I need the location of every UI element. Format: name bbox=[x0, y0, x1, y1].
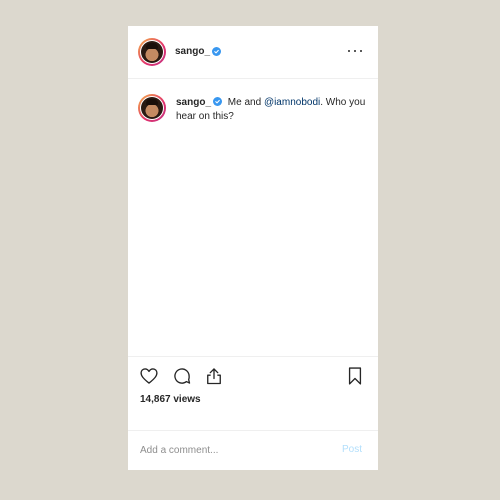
avatar-photo bbox=[141, 41, 163, 63]
header-divider bbox=[128, 78, 378, 79]
more-options-icon[interactable] bbox=[348, 48, 362, 54]
comment-input[interactable] bbox=[140, 443, 330, 457]
comment-divider bbox=[128, 430, 378, 431]
avatar-photo bbox=[141, 97, 163, 119]
heart-icon[interactable] bbox=[139, 366, 159, 386]
view-count[interactable]: 14,867 views bbox=[140, 394, 201, 405]
caption-text-before: Me and bbox=[225, 97, 264, 108]
caption-avatar[interactable] bbox=[138, 94, 166, 122]
caption-mention-link[interactable]: @iamnobodi bbox=[264, 97, 320, 108]
bookmark-icon[interactable] bbox=[345, 366, 365, 386]
avatar[interactable] bbox=[138, 38, 166, 66]
actions-divider bbox=[128, 356, 378, 357]
action-bar bbox=[128, 366, 378, 388]
verified-badge-icon bbox=[213, 97, 223, 106]
comment-icon[interactable] bbox=[172, 366, 192, 386]
share-icon[interactable] bbox=[204, 366, 224, 386]
caption-username[interactable]: sango_ bbox=[176, 97, 211, 108]
post-header: sango_ bbox=[128, 26, 378, 78]
post-card: sango_ sango_ Me and @iamnobodi. Who you… bbox=[128, 26, 378, 470]
post-comment-button[interactable]: Post bbox=[342, 444, 362, 455]
verified-badge-icon bbox=[212, 47, 221, 56]
caption: sango_ Me and @iamnobodi. Who you hear o… bbox=[176, 96, 366, 124]
header-username[interactable]: sango_ bbox=[175, 46, 210, 57]
